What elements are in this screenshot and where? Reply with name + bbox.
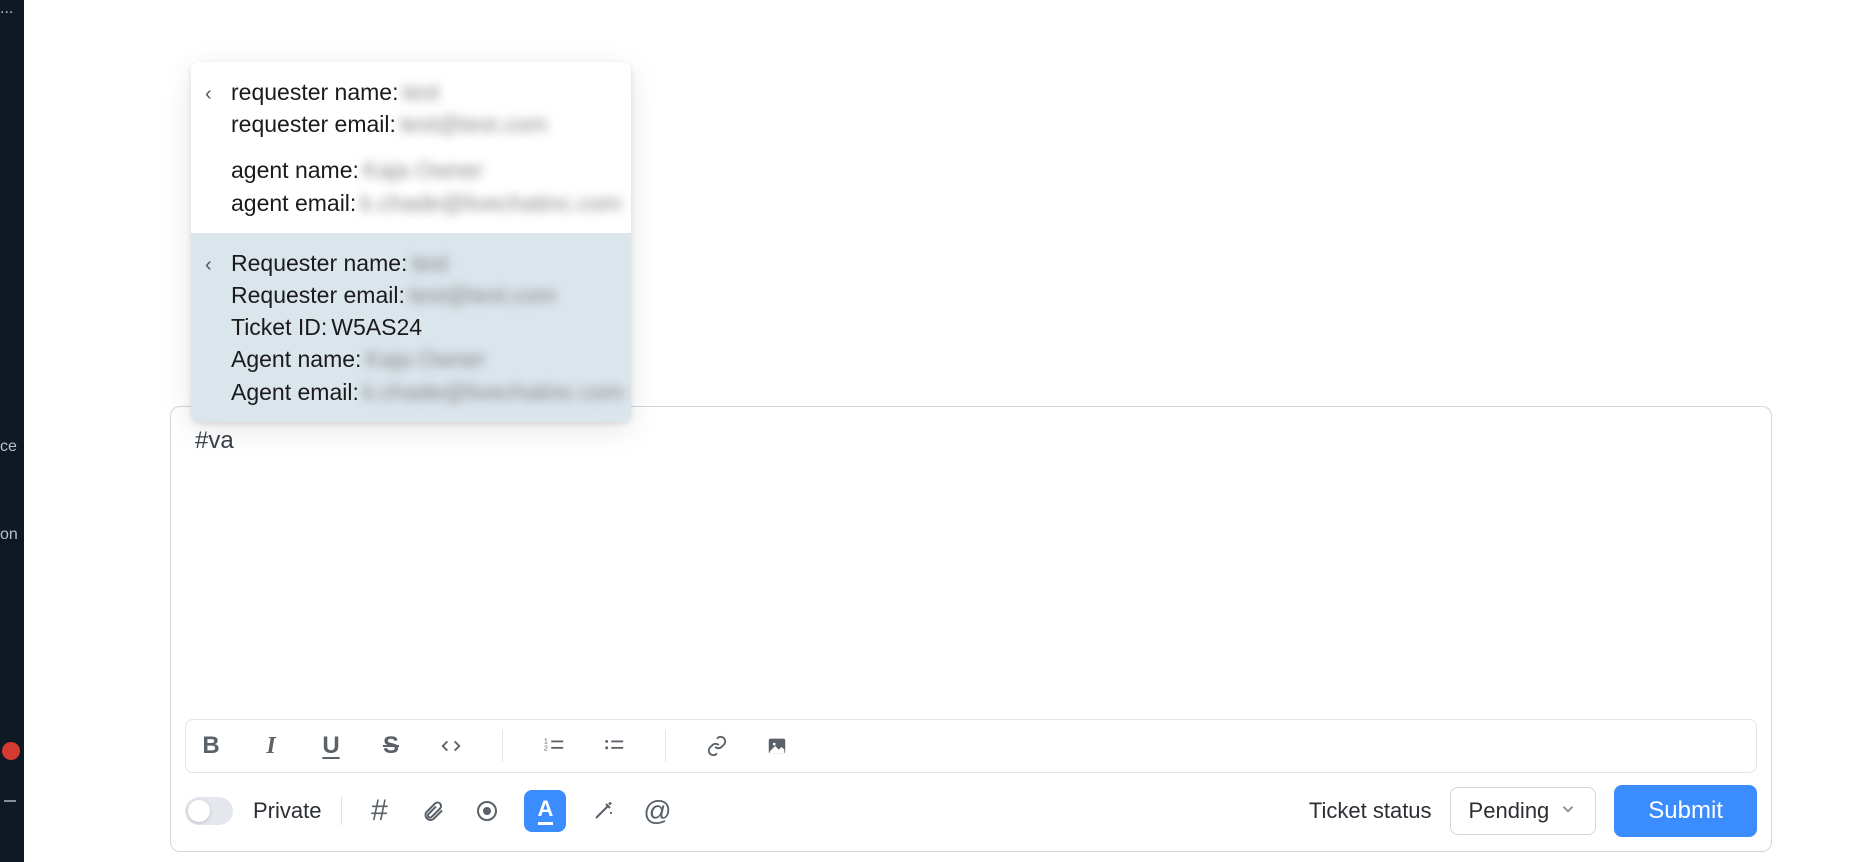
chevron-left-icon: ‹ [205, 80, 212, 108]
compose-editor[interactable]: #va [171, 407, 1771, 719]
numbered-list-icon: 1 2 [543, 735, 565, 757]
numbered-list-button[interactable]: 1 2 [539, 731, 569, 761]
link-icon [706, 735, 728, 757]
ac-label: agent name: [231, 157, 359, 183]
divider [341, 797, 342, 825]
toolbar-separator [502, 730, 503, 762]
bulleted-list-icon [603, 735, 625, 757]
ac-value: test@test.com [400, 111, 547, 137]
insert-image-button[interactable] [762, 731, 792, 761]
svg-text:2: 2 [544, 744, 548, 753]
ticket-status-value: Pending [1469, 798, 1550, 824]
chevron-left-icon: ‹ [205, 251, 212, 279]
ac-label: Agent email: [231, 379, 359, 405]
ac-label: requester email: [231, 111, 396, 137]
canned-response-autocomplete-popup: ‹ requester name:test requester email:te… [191, 62, 631, 422]
ticket-status-label: Ticket status [1309, 798, 1432, 824]
record-icon [475, 799, 499, 823]
chevron-down-icon [1559, 798, 1577, 824]
bold-button[interactable]: B [196, 731, 226, 761]
ac-value: Kaja Owner [365, 346, 485, 372]
image-icon [766, 735, 788, 757]
underline-button[interactable]: U [316, 731, 346, 761]
status-dot-icon [2, 742, 20, 760]
toolbar-separator [665, 730, 666, 762]
ac-label: Ticket ID: [231, 314, 327, 340]
hash-icon: # [371, 796, 388, 826]
magic-wand-button[interactable] [586, 794, 620, 828]
sidebar-item-fragment-3[interactable]: on [0, 526, 24, 544]
left-sidebar: ... ce on [0, 0, 24, 862]
insert-link-button[interactable] [702, 731, 732, 761]
code-icon [440, 735, 462, 757]
ac-label: Requester email: [231, 282, 405, 308]
attachment-button[interactable] [416, 794, 450, 828]
code-block-button[interactable] [436, 731, 466, 761]
magic-wand-icon [591, 799, 615, 823]
ticket-status-select[interactable]: Pending [1450, 787, 1597, 835]
paperclip-icon [421, 799, 445, 823]
ac-value: test [402, 79, 439, 105]
ac-value: k.chade@livechatinc.com [360, 190, 621, 216]
italic-button[interactable]: I [256, 731, 286, 761]
mention-button[interactable]: @ [640, 794, 674, 828]
ac-value: k.chade@livechatinc.com [363, 379, 624, 405]
compose-reply-card: #va B I U S 1 2 [170, 406, 1772, 852]
at-icon: @ [643, 795, 671, 827]
ac-value: test@test.com [409, 282, 556, 308]
private-label: Private [253, 798, 321, 824]
ac-label: Agent name: [231, 346, 361, 372]
autocomplete-item[interactable]: ‹ requester name:test requester email:te… [191, 62, 631, 233]
text-color-button[interactable]: A [524, 790, 566, 832]
autocomplete-item[interactable]: ‹ Requester name:test Requester email:te… [191, 233, 631, 422]
bulleted-list-button[interactable] [599, 731, 629, 761]
compose-bottom-bar: Private # A @ [171, 779, 1771, 851]
record-button[interactable] [470, 794, 504, 828]
ac-label: requester name: [231, 79, 398, 105]
ac-value: W5AS24 [331, 314, 422, 340]
canned-response-button[interactable]: # [362, 794, 396, 828]
collapse-icon [4, 800, 16, 802]
ac-value: test [411, 250, 448, 276]
ac-label: agent email: [231, 190, 356, 216]
sidebar-item-fragment-2[interactable]: ce [0, 438, 24, 456]
formatting-toolbar: B I U S 1 2 [185, 719, 1757, 773]
ac-label: Requester name: [231, 250, 407, 276]
sidebar-item-fragment-1[interactable]: ... [0, 0, 24, 18]
strikethrough-button[interactable]: S [376, 731, 406, 761]
ac-value: Kaja Owner [363, 157, 483, 183]
submit-button[interactable]: Submit [1614, 785, 1757, 837]
text-color-icon: A [538, 798, 554, 825]
private-toggle[interactable] [185, 797, 233, 825]
